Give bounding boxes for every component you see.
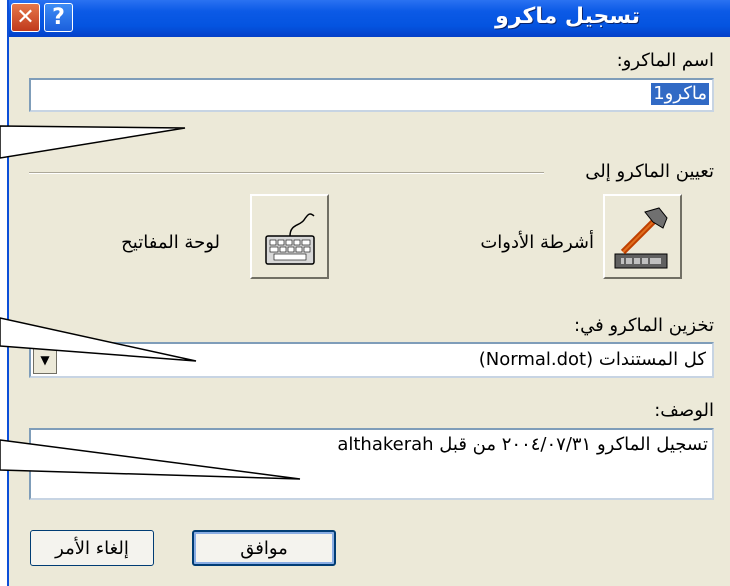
callout-pointer-description [0, 439, 301, 480]
callout-pointer-store-in [0, 317, 197, 362]
callout-overlay [0, 125, 301, 480]
callout-pointer-macro-name [0, 125, 186, 159]
